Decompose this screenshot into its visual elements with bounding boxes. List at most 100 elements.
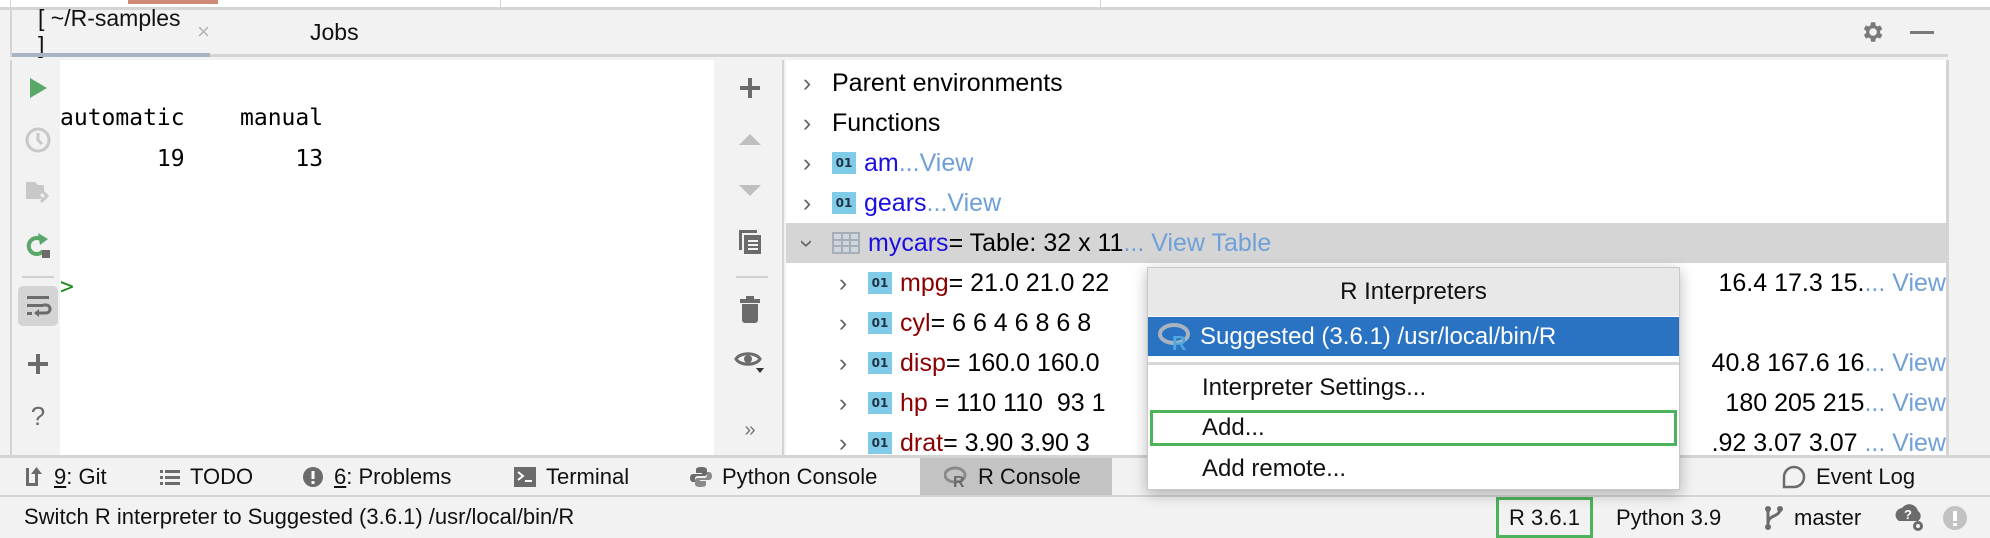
vector-icon: 01: [868, 392, 892, 414]
chevron-right-icon[interactable]: ›: [832, 349, 854, 378]
popup-item-label: Interpreter Settings...: [1202, 374, 1427, 401]
r-interpreter-widget[interactable]: R 3.6.1: [1496, 497, 1593, 538]
tool-window-stripe: 9: Git TODO 6: Problems Terminal Python …: [0, 455, 1990, 497]
tab-jobs[interactable]: Jobs: [296, 10, 359, 54]
chevron-right-icon[interactable]: ›: [796, 109, 818, 138]
copy-icon[interactable]: [732, 224, 768, 260]
git-icon: [24, 466, 44, 488]
gear-icon[interactable]: [1856, 16, 1888, 48]
popup-item-add[interactable]: Add...: [1150, 410, 1677, 446]
move-down-icon[interactable]: [732, 172, 768, 208]
mnemonic: 6: [334, 463, 347, 489]
stripe-label: TODO: [190, 463, 254, 489]
console-output[interactable]: automatic manual 19 13 >: [60, 60, 714, 455]
vector-icon: 01: [832, 152, 856, 174]
chevron-right-icon[interactable]: ›: [832, 269, 854, 298]
tree-row-parent-environments[interactable]: › Parent environments: [786, 63, 1946, 103]
terminal-icon: [514, 466, 536, 487]
notifications-icon[interactable]: [1942, 497, 1968, 538]
open-folder-icon[interactable]: [18, 172, 58, 212]
panel-edge: [1946, 60, 1990, 455]
chevron-right-icon[interactable]: ›: [796, 189, 818, 218]
view-link[interactable]: ... View: [1864, 269, 1946, 297]
tree-row-functions[interactable]: › Functions: [786, 103, 1946, 143]
column-name: hp: [900, 388, 928, 417]
status-bar: Switch R interpreter to Suggested (3.6.1…: [0, 497, 1990, 538]
values-tail-text: 180 205 215: [1718, 388, 1865, 417]
tree-row-am[interactable]: › 01 am ... View: [786, 143, 1946, 183]
view-link[interactable]: ... View: [1864, 429, 1946, 456]
stripe-label: Python Console: [722, 463, 878, 489]
add-watch-icon[interactable]: [732, 70, 768, 106]
stripe-label: Event Log: [1816, 463, 1916, 489]
popup-item-add-remote[interactable]: Add remote...: [1148, 450, 1679, 488]
popup-item-interpreter-settings[interactable]: Interpreter Settings...: [1148, 369, 1679, 407]
stripe-button-terminal[interactable]: Terminal: [502, 458, 641, 495]
console-prompt[interactable]: >: [60, 274, 74, 300]
row-label: Parent environments: [832, 68, 1063, 97]
stripe-button-problems[interactable]: 6: Problems: [290, 458, 463, 495]
tab-label: [ ~/R-samples ]: [38, 5, 181, 58]
vector-icon: 01: [868, 432, 892, 454]
column-values: = 3.90 3.90 3: [943, 428, 1090, 456]
delete-icon[interactable]: [732, 292, 768, 328]
rerun-icon[interactable]: [18, 225, 58, 265]
view-options-icon[interactable]: [732, 344, 768, 380]
popup-item-label: Add...: [1202, 414, 1265, 441]
soft-wrap-icon[interactable]: [18, 286, 58, 326]
todo-list-icon: [160, 468, 180, 486]
editor-divider: [10, 0, 11, 10]
chevron-down-icon[interactable]: ›: [793, 232, 822, 254]
variable-name: gears: [864, 188, 927, 217]
popup-item-suggested[interactable]: R Suggested (3.6.1) /usr/local/bin/R: [1148, 317, 1679, 356]
chevron-right-icon[interactable]: ›: [832, 429, 854, 456]
git-branch-widget[interactable]: master: [1764, 497, 1861, 538]
values-tail-text: 40.8 167.6 16: [1711, 348, 1865, 377]
move-up-icon[interactable]: [732, 122, 768, 158]
more-icon[interactable]: »: [732, 412, 768, 448]
vector-icon: 01: [868, 312, 892, 334]
view-table-link[interactable]: ... View Table: [1123, 229, 1271, 258]
run-icon[interactable]: [18, 68, 58, 108]
python-interpreter-widget[interactable]: Python 3.9: [1616, 497, 1721, 538]
stripe-label: : Problems: [346, 463, 452, 489]
minimize-icon[interactable]: [1906, 16, 1938, 48]
stripe-button-todo[interactable]: TODO: [148, 458, 265, 495]
column-name: disp: [900, 348, 946, 377]
view-link[interactable]: ... View: [1864, 389, 1946, 417]
column-name: cyl: [900, 308, 931, 337]
stripe-button-r-console[interactable]: R R Console: [920, 458, 1112, 495]
view-link[interactable]: View: [947, 189, 1001, 218]
vector-icon: 01: [832, 192, 856, 214]
stripe-button-python-console[interactable]: Python Console: [678, 458, 889, 495]
toolbar-separator: [736, 276, 768, 278]
chevron-right-icon[interactable]: ›: [832, 389, 854, 418]
help-icon[interactable]: ?: [18, 396, 58, 436]
event-log-icon: [1782, 465, 1806, 489]
tab-label: Jobs: [310, 18, 359, 45]
column-values: = 21.0 21.0 22: [948, 268, 1110, 297]
problems-icon: [302, 466, 324, 488]
svg-text:?: ?: [1904, 507, 1912, 522]
console-output-line: automatic manual: [60, 105, 324, 131]
history-icon[interactable]: [18, 120, 58, 160]
view-link[interactable]: ... View: [1864, 349, 1946, 377]
add-icon[interactable]: [18, 344, 58, 384]
column-values: = 6 6 4 6 8 6 8: [930, 308, 1092, 337]
svg-text:R: R: [1172, 333, 1187, 351]
stripe-button-event-log[interactable]: Event Log: [1770, 458, 1927, 495]
close-icon[interactable]: ×: [197, 19, 210, 45]
tab-r-samples[interactable]: [ ~/R-samples ] ×: [12, 5, 210, 58]
vector-icon: 01: [868, 272, 892, 294]
tree-row-mycars[interactable]: › mycars = Table: 32 x 11 ... View Table: [786, 223, 1946, 263]
help-settings-icon[interactable]: ?: [1893, 497, 1927, 538]
row-label: Functions: [832, 108, 941, 137]
chevron-right-icon[interactable]: ›: [796, 149, 818, 178]
view-link[interactable]: View: [920, 149, 974, 178]
chevron-right-icon[interactable]: ›: [796, 69, 818, 98]
variable-summary: = Table: 32 x 11: [948, 228, 1124, 257]
values-tail-text: .92 3.07 3.07: [1711, 428, 1865, 456]
stripe-button-git[interactable]: 9: Git: [12, 458, 119, 495]
chevron-right-icon[interactable]: ›: [832, 309, 854, 338]
tree-row-gears[interactable]: › 01 gears ... View: [786, 183, 1946, 223]
